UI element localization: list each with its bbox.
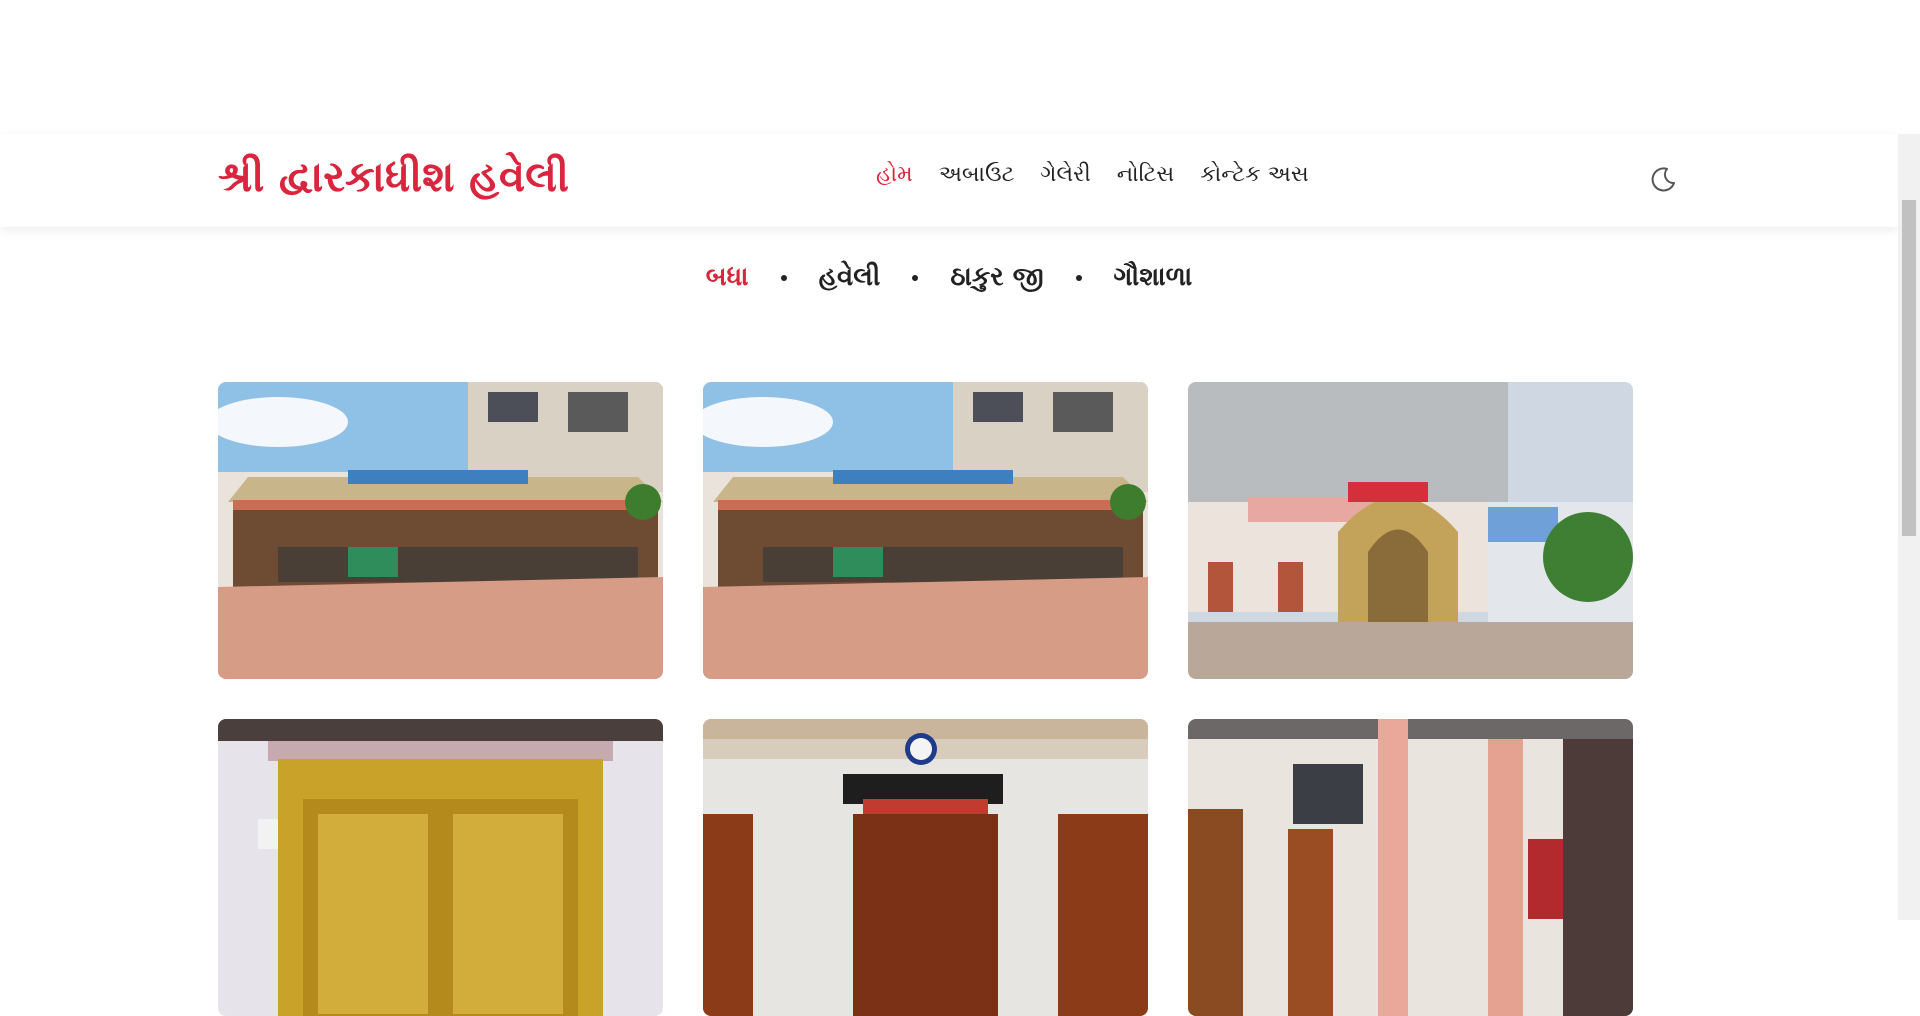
gallery-item[interactable] — [1188, 382, 1633, 679]
site-title[interactable]: શ્રી દ્વારકાધીશ હવેલી — [218, 152, 569, 202]
gaushala-gate-photo — [1188, 382, 1633, 679]
gallery-item[interactable] — [218, 382, 663, 679]
nav-item-about[interactable]: અબાઉટ — [939, 162, 1015, 187]
nav-item-contact[interactable]: કોન્ટેક અસ — [1200, 162, 1308, 187]
gallery-item[interactable] — [703, 382, 1148, 679]
nav-item-notice[interactable]: નોટિસ — [1117, 162, 1175, 187]
wooden-doors-photo — [703, 719, 1148, 1016]
gallery-item[interactable] — [1188, 719, 1633, 1016]
site-header: શ્રી દ્વારકાધીશ હવેલી હોમ અબાઉટ ગેલેરી ન… — [0, 134, 1898, 227]
filter-thakorji[interactable]: ઠાકુર જી — [950, 262, 1043, 293]
filter-separator — [1075, 274, 1082, 281]
filter-gaushala[interactable]: ગૌશાળા — [1114, 262, 1193, 293]
corridor-photo — [1188, 719, 1633, 1016]
golden-door-photo — [218, 719, 663, 1016]
main-nav: હોમ અબાઉટ ગેલેરી નોટિસ કોન્ટેક અસ — [876, 162, 1309, 187]
haveli-front-photo — [703, 382, 1148, 679]
nav-item-gallery[interactable]: ગેલેરી — [1040, 162, 1090, 187]
filter-separator — [912, 274, 919, 281]
filter-separator — [780, 274, 787, 281]
scrollbar-thumb[interactable] — [1902, 200, 1916, 536]
gallery-item[interactable] — [703, 719, 1148, 1016]
filter-all[interactable]: બધા — [706, 262, 749, 293]
filter-haveli[interactable]: હવેલી — [819, 262, 881, 293]
gallery-grid — [218, 382, 1633, 1016]
gallery-item[interactable] — [218, 719, 663, 1016]
theme-toggle-button[interactable] — [1648, 164, 1678, 194]
nav-item-home[interactable]: હોમ — [876, 162, 913, 187]
page-scrollbar[interactable] — [1898, 134, 1920, 920]
haveli-front-photo — [218, 382, 663, 679]
moon-icon — [1651, 167, 1675, 192]
gallery-filter-bar: બધા હવેલી ઠાકુર જી ગૌશાળા — [0, 262, 1898, 293]
